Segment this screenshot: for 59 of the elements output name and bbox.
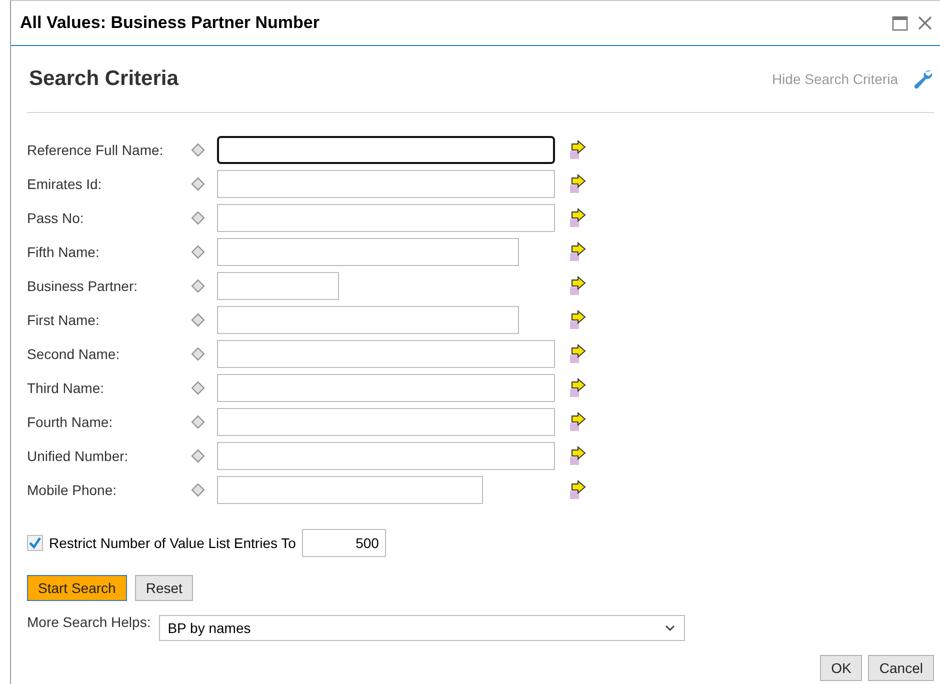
arrow-right-icon[interactable]: [569, 242, 587, 262]
input-field[interactable]: [217, 136, 555, 164]
arrow-right-icon[interactable]: [569, 378, 587, 398]
diamond-icon: [191, 415, 205, 429]
arrow-right-icon[interactable]: [569, 412, 587, 432]
dialog-button[interactable]: OK: [820, 655, 862, 681]
checkbox[interactable]: [27, 535, 43, 551]
arrow-right-icon[interactable]: [569, 310, 587, 330]
diamond-icon: [191, 245, 205, 259]
input-field[interactable]: [217, 374, 555, 402]
arrow-right-icon[interactable]: [569, 208, 587, 228]
diamond-icon: [191, 449, 205, 463]
diamond-icon: [191, 279, 205, 293]
field-label: First Name:: [27, 312, 100, 328]
field-label: Fifth Name:: [27, 244, 100, 260]
checkbox-label: Restrict Number of Value List Entries To: [49, 535, 296, 551]
input-field[interactable]: [217, 306, 519, 334]
input-field[interactable]: [217, 340, 555, 368]
arrow-right-icon[interactable]: [569, 446, 587, 466]
chevron-down-icon: [664, 624, 676, 632]
diamond-icon: [191, 313, 205, 327]
input-field[interactable]: [217, 476, 483, 504]
field-label: More Search Helps:: [27, 613, 151, 630]
arrow-right-icon[interactable]: [569, 276, 587, 296]
start-search-button[interactable]: Start Search: [27, 575, 127, 601]
max-entries-field[interactable]: 500: [302, 529, 386, 557]
arrow-right-icon[interactable]: [569, 174, 587, 194]
field-label: Reference Full Name:: [27, 142, 164, 158]
search-help-dropdown[interactable]: BP by names: [158, 615, 685, 641]
reset-button[interactable]: Reset: [134, 575, 194, 601]
field-label: Pass No:: [27, 210, 85, 226]
field-label: Second Name:: [27, 346, 121, 362]
input-field[interactable]: [217, 442, 555, 470]
arrow-right-icon[interactable]: [569, 344, 587, 364]
dialog-button[interactable]: Cancel: [868, 655, 934, 681]
input-field[interactable]: [217, 170, 555, 198]
field-label: Emirates Id:: [27, 176, 103, 192]
window-title: All Values: Business Partner Number: [20, 13, 320, 33]
input-field[interactable]: [217, 272, 339, 300]
diamond-icon: [191, 381, 205, 395]
field-label: Business Partner:: [27, 278, 138, 294]
diamond-icon: [191, 143, 205, 157]
close-icon[interactable]: [918, 16, 932, 30]
input-field[interactable]: [217, 204, 555, 232]
diamond-icon: [191, 347, 205, 361]
field-label: Third Name:: [27, 380, 106, 396]
section-title: Search Criteria: [29, 67, 178, 91]
field-label: Mobile Phone:: [27, 482, 118, 498]
diamond-icon: [191, 177, 205, 191]
arrow-right-icon[interactable]: [569, 480, 587, 500]
wrench-icon[interactable]: [912, 68, 934, 90]
maximize-icon[interactable]: [892, 16, 908, 30]
field-label: Fourth Name:: [27, 414, 114, 430]
field-label: Unified Number:: [27, 448, 130, 464]
arrow-right-icon[interactable]: [569, 140, 587, 160]
input-field[interactable]: [217, 238, 519, 266]
diamond-icon: [191, 483, 205, 497]
input-field[interactable]: [217, 408, 555, 436]
diamond-icon: [191, 211, 205, 225]
